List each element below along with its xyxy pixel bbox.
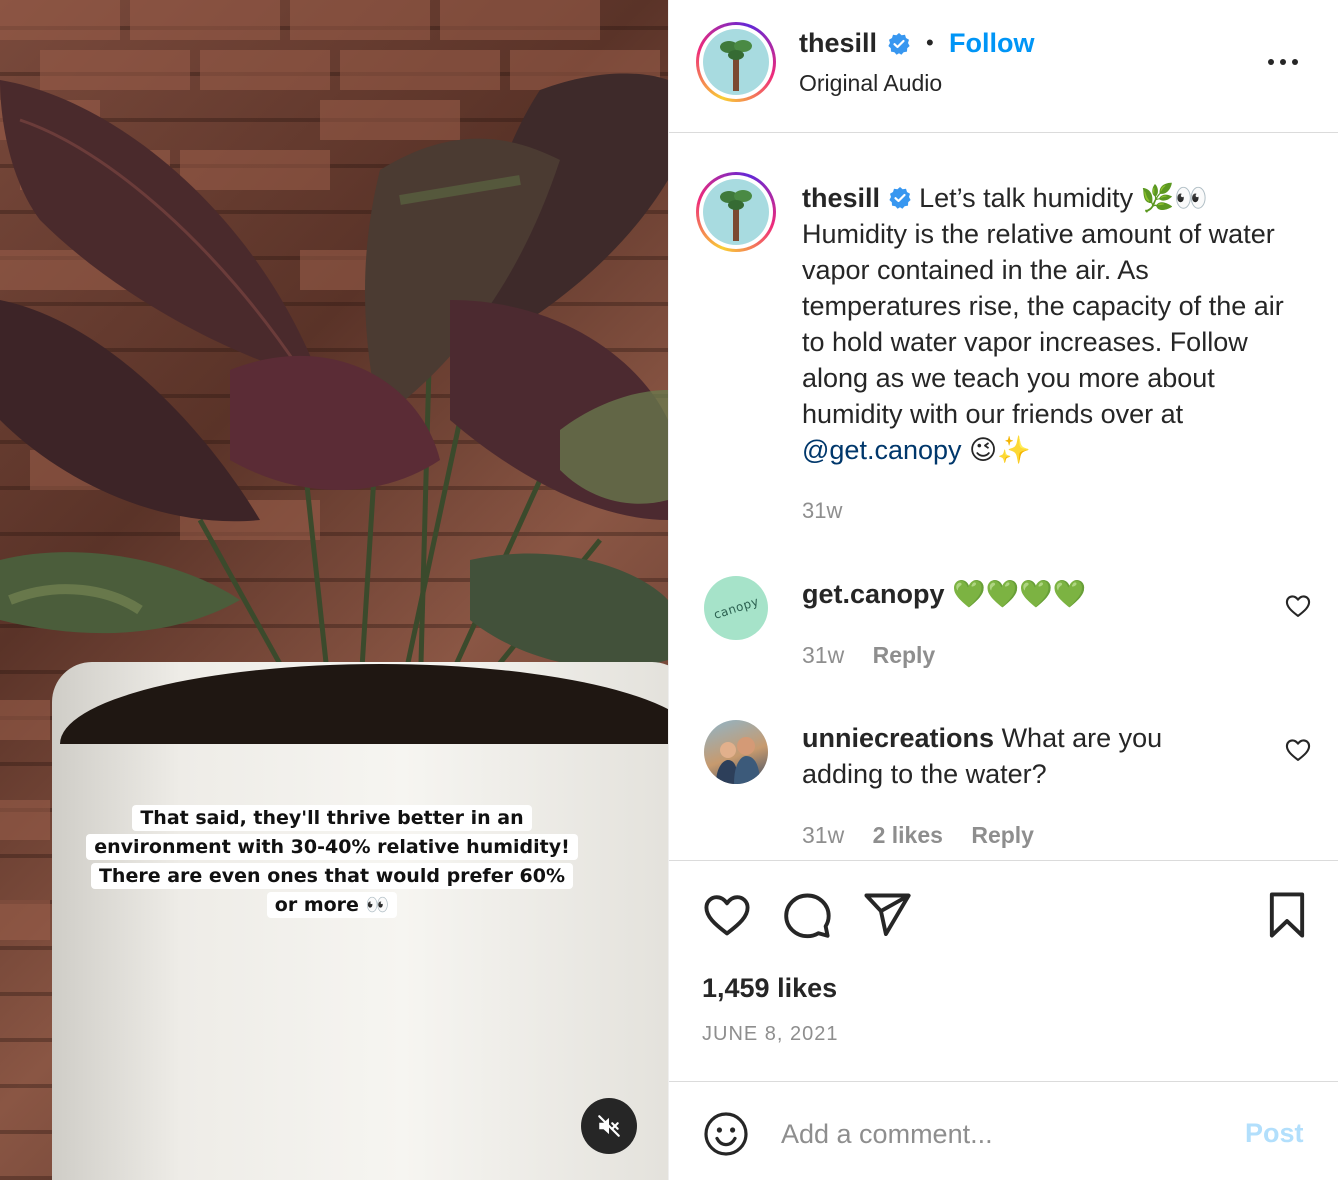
overlay-line: environment with 30-40% relative humidit… xyxy=(86,834,578,860)
reply-button[interactable]: Reply xyxy=(971,822,1034,848)
heart-icon[interactable] xyxy=(1284,736,1312,764)
post-media-video[interactable]: That said, they'll thrive better in an e… xyxy=(0,0,668,1180)
follow-button[interactable]: Follow xyxy=(949,28,1034,59)
comment-meta: 31w 2 likes Reply xyxy=(802,822,1056,849)
verified-badge-icon xyxy=(888,33,910,55)
plant-avatar-image xyxy=(720,40,752,91)
heart-icon[interactable] xyxy=(701,889,753,941)
comment-time[interactable]: 31w xyxy=(802,822,844,848)
comment-text: unniecreations What are you adding to th… xyxy=(802,720,1222,792)
caption-timestamp[interactable]: 31w xyxy=(802,498,842,524)
caption-emoji: 😉✨ xyxy=(961,435,1031,465)
caption-avatar[interactable] xyxy=(696,172,776,252)
mention-link[interactable]: @get.canopy xyxy=(802,435,962,465)
comment-avatar[interactable] xyxy=(704,720,768,784)
bookmark-icon[interactable] xyxy=(1261,889,1313,941)
avatar-logo-text: canopy xyxy=(711,594,761,622)
add-comment-bar: Post xyxy=(669,1082,1338,1180)
comment-meta: 31w Reply xyxy=(802,642,957,669)
comment-content: 💚💚💚💚 xyxy=(952,579,1087,609)
post-date[interactable]: JUNE 8, 2021 xyxy=(702,1023,839,1046)
video-caption-overlay: That said, they'll thrive better in an e… xyxy=(82,804,582,920)
post-comment-button[interactable]: Post xyxy=(1245,1118,1304,1149)
more-horizontal-icon xyxy=(1268,59,1298,65)
paper-plane-icon[interactable] xyxy=(861,889,913,941)
comment-text: get.canopy 💚💚💚💚 xyxy=(802,576,1262,612)
comment-avatar[interactable]: canopy xyxy=(704,576,768,640)
header-username[interactable]: thesill xyxy=(799,28,877,59)
comment-likes[interactable]: 2 likes xyxy=(873,822,943,848)
mute-toggle-button[interactable] xyxy=(581,1098,637,1154)
smiley-icon[interactable] xyxy=(702,1110,750,1158)
caption-username[interactable]: thesill xyxy=(802,183,880,213)
caption-text: Let’s talk humidity 🌿👀 Humidity is the r… xyxy=(802,183,1284,429)
heart-icon[interactable] xyxy=(1284,592,1312,620)
reply-button[interactable]: Reply xyxy=(873,642,936,668)
overlay-line: or more 👀 xyxy=(266,892,398,918)
post-details-panel: thesill • Follow Original Audio thesill xyxy=(668,0,1338,1180)
comment-time[interactable]: 31w xyxy=(802,642,844,668)
overlay-line: That said, they'll thrive better in an xyxy=(132,805,532,831)
avatar[interactable] xyxy=(696,22,776,102)
more-options-button[interactable] xyxy=(1263,50,1303,74)
separator-dot: • xyxy=(926,30,934,55)
post-caption: thesill Let’s talk humidity 🌿👀 Humidity … xyxy=(802,180,1312,468)
comment-bubble-icon[interactable] xyxy=(781,889,833,941)
plant-avatar-image xyxy=(720,190,752,241)
post-header: thesill • Follow Original Audio xyxy=(669,0,1338,133)
likes-count[interactable]: 1,459 likes xyxy=(702,973,837,1004)
comment-username[interactable]: get.canopy xyxy=(802,579,945,609)
post-actions: 1,459 likes JUNE 8, 2021 xyxy=(669,860,1338,1082)
speaker-muted-icon xyxy=(598,1115,620,1137)
verified-badge-icon xyxy=(888,187,911,209)
comment-input[interactable] xyxy=(781,1112,1221,1156)
profile-photo xyxy=(716,737,760,784)
comment-username[interactable]: unniecreations xyxy=(802,723,994,753)
overlay-line: There are even ones that would prefer 60… xyxy=(90,863,574,889)
audio-label[interactable]: Original Audio xyxy=(799,70,942,97)
